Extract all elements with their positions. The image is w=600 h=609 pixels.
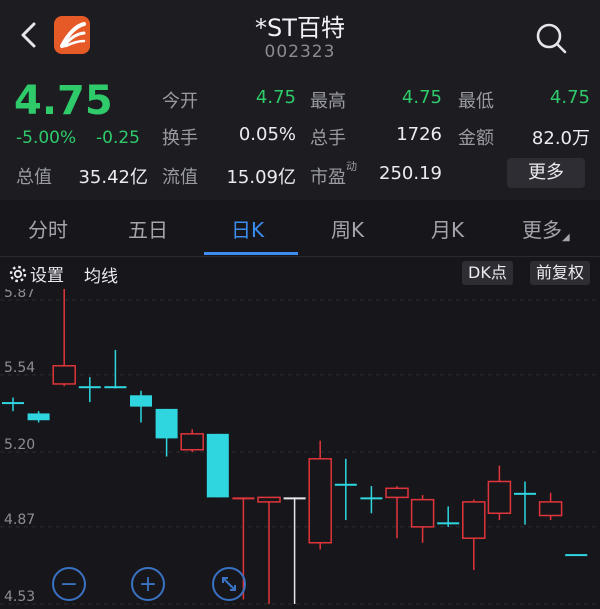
stat-label-volume: 总手: [310, 128, 346, 149]
stat-value-open: 4.75: [255, 87, 296, 108]
price-adjust-button[interactable]: 前复权: [530, 261, 591, 285]
tab-five-day[interactable]: 五日: [128, 214, 168, 243]
tab-monthly-k[interactable]: 月K: [431, 214, 464, 243]
tab-more[interactable]: 更多◢: [522, 214, 570, 243]
stat-label-high: 最高: [310, 91, 346, 112]
candle-body: [360, 497, 383, 500]
stat-label-pe-sup: 动: [346, 160, 357, 173]
expand-arrows-icon: [222, 577, 236, 591]
candle-body: [180, 433, 204, 451]
candle-body: [2, 402, 24, 405]
settings-label: 设置: [30, 266, 64, 286]
candle-body: [538, 501, 563, 517]
zoom-in-button[interactable]: +: [131, 567, 165, 601]
candle-body: [27, 413, 50, 421]
candle-body: [410, 498, 435, 528]
stat-value-low: 4.75: [549, 87, 590, 108]
candle-body: [130, 395, 152, 407]
y-tick-label: 4.87: [4, 512, 35, 528]
fullscreen-button[interactable]: [212, 567, 246, 601]
active-tab-indicator: [204, 252, 298, 255]
y-tick-label: 5.20: [4, 437, 35, 453]
candle-body: [385, 487, 409, 499]
stat-value-float-cap: 15.09亿: [226, 167, 296, 188]
dk-point-button[interactable]: DK点: [462, 261, 513, 285]
change-percent: -5.00%: [16, 128, 77, 148]
stat-label-amount: 金额: [458, 128, 494, 149]
y-tick-label: 5.54: [4, 360, 35, 376]
stat-value-amount: 82.0万: [531, 128, 590, 149]
candle-body: [462, 501, 486, 539]
candle-body: [206, 433, 229, 498]
plus-icon: +: [138, 572, 158, 597]
candle-body: [514, 492, 536, 495]
stat-value-turnover: 0.05%: [238, 124, 296, 145]
tab-more-label: 更多: [522, 218, 562, 242]
candle-body: [565, 554, 588, 557]
period-tabs: [0, 200, 600, 257]
stat-label-turnover: 换手: [162, 128, 198, 149]
minus-icon: −: [59, 572, 79, 597]
stat-value-volume: 1726: [396, 124, 442, 145]
candle-body: [283, 497, 306, 500]
corner-triangle-icon: ◢: [562, 232, 570, 243]
stock-name: *ST百特: [255, 14, 345, 42]
moving-average-button[interactable]: 均线: [84, 262, 118, 287]
stat-label-open: 今开: [162, 91, 198, 112]
stat-value-high: 4.75: [401, 87, 442, 108]
search-icon[interactable]: [533, 20, 569, 56]
y-tick-label: 5.87: [4, 289, 35, 301]
stock-code: 002323: [264, 42, 336, 62]
stat-label-float-cap: 流值: [162, 167, 198, 188]
change-amount: -0.25: [96, 128, 140, 148]
stat-value-total-cap: 35.42亿: [78, 167, 148, 188]
candle-body: [487, 480, 512, 515]
more-stats-button[interactable]: 更多: [507, 158, 585, 188]
zoom-out-button[interactable]: −: [52, 567, 86, 601]
stat-label-pe-text: 市盈: [310, 167, 346, 188]
y-tick-label: 4.53: [4, 589, 35, 605]
stat-label-low: 最低: [458, 91, 494, 112]
candle-body: [437, 522, 460, 525]
candle-body: [155, 408, 178, 439]
gear-icon: [8, 264, 28, 284]
candle-body: [334, 483, 357, 486]
candle-body: [308, 458, 332, 544]
current-price: 4.75: [14, 78, 113, 124]
kline-chart[interactable]: 5.87 5.54 5.20 4.87 4.53: [0, 289, 600, 607]
candle-body: [78, 386, 101, 389]
stat-value-pe: 250.19: [379, 163, 442, 184]
settings-button[interactable]: 设置: [8, 261, 64, 286]
candle-body: [232, 497, 255, 500]
tab-daily-k[interactable]: 日K: [231, 214, 264, 243]
stat-label-total-cap: 总值: [16, 167, 52, 188]
candle-body: [52, 365, 76, 385]
tab-intraday[interactable]: 分时: [28, 214, 68, 243]
candle-body: [257, 496, 281, 503]
candle-body: [104, 386, 127, 389]
stat-label-pe: 市盈动: [310, 160, 357, 189]
tab-weekly-k[interactable]: 周K: [331, 214, 364, 243]
